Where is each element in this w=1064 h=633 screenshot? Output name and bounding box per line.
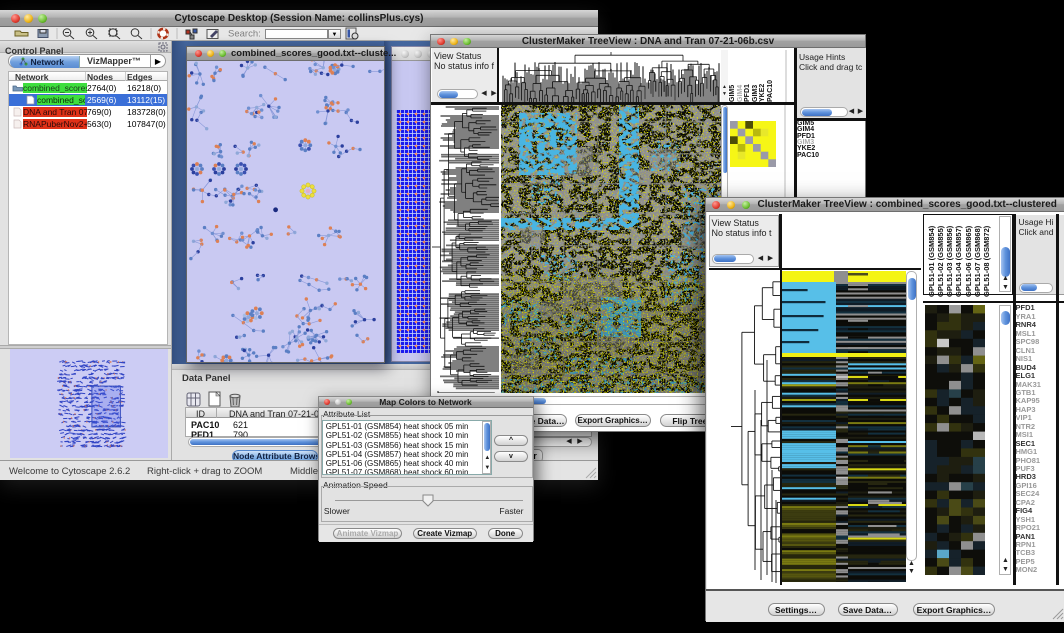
svg-text:Search:: Search: [228, 29, 261, 40]
